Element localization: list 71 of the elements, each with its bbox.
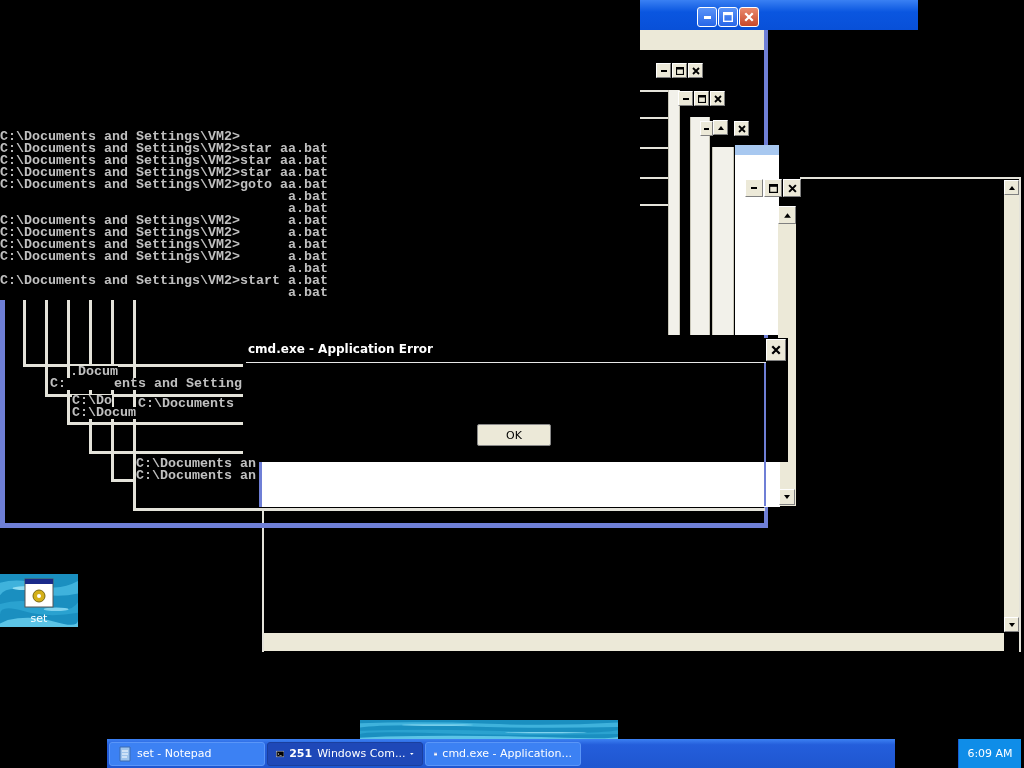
console-fragment: C:\Documents an: [136, 458, 256, 470]
console-line: a.bat: [286, 191, 328, 203]
program-icon[interactable]: [24, 578, 54, 608]
scrollbar[interactable]: [264, 633, 1004, 651]
scroll-up-button[interactable]: [1004, 180, 1019, 195]
close-icon: [744, 12, 754, 22]
minimize-icon: [703, 15, 711, 19]
maximize-icon: [675, 66, 684, 75]
taskbar-label: cmd.exe - Application...: [442, 747, 572, 760]
console-line: C:\Documents and Settings\VM2>star aa.bat: [0, 155, 328, 167]
scroll-down-button[interactable]: [779, 489, 795, 505]
close-icon: [713, 94, 722, 103]
console-fragment: C:\Do: [72, 395, 112, 407]
console-fragment: .Docum: [70, 366, 118, 378]
down-arrow-icon: [1007, 620, 1016, 629]
close-button[interactable]: [688, 63, 703, 78]
down-arrow-icon: [783, 493, 791, 501]
console-line: a.bat: [286, 287, 328, 299]
maximize-button[interactable]: [694, 91, 709, 106]
console-fragment: C:\Documents an: [136, 470, 256, 482]
ok-button[interactable]: OK: [477, 424, 551, 446]
minimize-button[interactable]: [656, 63, 671, 78]
close-icon: [787, 183, 797, 193]
console-line: C:\Documents and Settings\VM2>: [0, 131, 240, 143]
scroll-up-button[interactable]: [713, 120, 728, 135]
console-line: C:\Documents and Settings\VM2> a.bat: [0, 239, 328, 251]
title-bar: [735, 145, 779, 155]
notepad-icon: [118, 745, 132, 762]
close-icon: [691, 66, 700, 75]
up-arrow-icon: [782, 210, 792, 220]
taskbar-button[interactable]: set - Notepad: [109, 741, 265, 766]
dialog-title: cmd.exe - Application Error: [248, 342, 434, 356]
console-line: C:\Documents and Settings\VM2> a.bat: [0, 215, 328, 227]
minimize-icon: [704, 127, 709, 130]
maximize-icon: [723, 12, 733, 22]
minimize-icon: [751, 187, 757, 189]
clock: 6:09 AM: [958, 739, 1021, 768]
taskbar-label: Windows Com...: [317, 747, 406, 760]
maximize-button[interactable]: [672, 63, 687, 78]
console-line: C:\Documents and Settings\VM2>star aa.bat: [0, 143, 328, 155]
console-fragment: C:\Docum: [72, 407, 136, 419]
minimize-icon: [682, 97, 689, 100]
taskbar-button[interactable]: 251 Windows Com...: [267, 741, 423, 766]
console-line: a.bat: [286, 263, 328, 275]
console-line: C:\Documents and Settings\VM2>goto aa.bat: [0, 179, 328, 191]
console-line: C:\Documents and Settings\VM2> a.bat: [0, 227, 328, 239]
taskbar-button[interactable]: cmd.exe - Application...: [425, 741, 581, 766]
minimize-icon: [660, 69, 667, 72]
scroll-up-button[interactable]: [778, 206, 796, 224]
console-line: C:\Documents and Settings\VM2> a.bat: [0, 251, 328, 263]
close-button[interactable]: [734, 121, 749, 136]
scroll-down-button[interactable]: [1004, 617, 1019, 632]
minimize-button[interactable]: [700, 121, 713, 136]
console-line: C:\Documents and Settings\VM2>start a.bat: [0, 275, 328, 287]
minimize-button[interactable]: [745, 179, 763, 197]
maximize-icon: [768, 183, 778, 193]
console-line: C:\Documents and Settings\VM2>star aa.bat: [0, 167, 328, 179]
window-count: 251: [289, 747, 313, 760]
taskbar-label: set - Notepad: [137, 747, 213, 760]
console-fragment: C: ents and Setting: [50, 378, 242, 390]
close-button[interactable]: [710, 91, 725, 106]
maximize-icon: [697, 94, 706, 103]
console-fragment: C:\Documents: [138, 398, 234, 410]
console-line: a.bat: [286, 203, 328, 215]
close-icon: [737, 124, 746, 133]
close-button[interactable]: [766, 339, 786, 361]
scrollbar[interactable]: [1004, 195, 1019, 617]
close-button[interactable]: [783, 179, 801, 197]
close-icon: [771, 345, 781, 355]
minimize-button[interactable]: [678, 91, 693, 106]
maximize-button[interactable]: [764, 179, 782, 197]
